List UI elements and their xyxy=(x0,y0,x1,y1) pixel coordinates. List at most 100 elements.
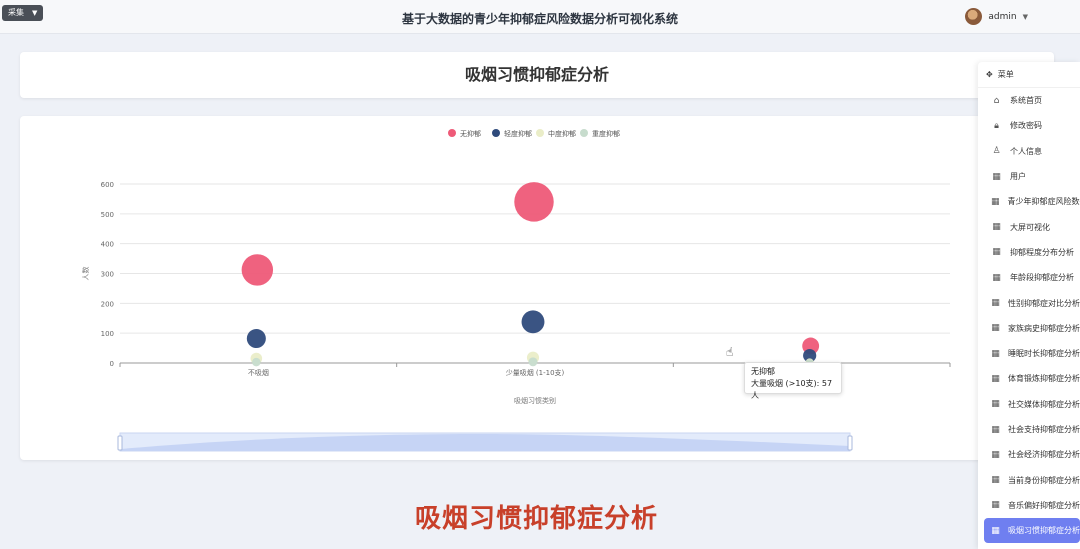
y-tick-label: 0 xyxy=(110,360,114,368)
grid-icon: ▦ xyxy=(992,171,1001,182)
menu-item[interactable]: ▦ 年龄段抑郁症分析 xyxy=(978,265,1080,290)
user-icon: ♙ xyxy=(992,146,1001,157)
menu-item-label: 系统首页 xyxy=(1010,96,1042,106)
side-menu: ✥ 菜单 ⌂ 系统首页 🔒︎ 修改密码 ♙ 个人信息 ▦ 用户 ▦ 青少年抑郁症风险数据 ▦ 大屏可视… xyxy=(978,62,1080,549)
x-axis-title: 吸烟习惯类别 xyxy=(514,396,556,405)
legend-marker xyxy=(536,129,544,137)
y-axis-title: 人数 xyxy=(81,267,90,281)
data-point xyxy=(252,357,261,367)
grid-icon: ▦ xyxy=(991,500,1000,511)
menu-item-label: 年龄段抑郁症分析 xyxy=(1010,273,1074,283)
menu-item-label: 大屏可视化 xyxy=(1010,222,1050,232)
menu-item[interactable]: ▦ 大屏可视化 xyxy=(978,214,1080,239)
y-tick-label: 600 xyxy=(101,181,114,189)
menu-item[interactable]: ▦ 家族病史抑郁症分析 xyxy=(978,316,1080,341)
menu-item-label: 吸烟习惯抑郁症分析 xyxy=(1008,526,1080,536)
menu-item[interactable]: 🔒︎ 修改密码 xyxy=(978,113,1080,138)
section-heading: 吸烟习惯抑郁症分析 xyxy=(414,504,658,534)
y-tick-label: 200 xyxy=(101,300,114,308)
menu-item-label: 个人信息 xyxy=(1010,146,1042,156)
chevron-down-icon: ▼ xyxy=(1022,12,1028,21)
menu-item-label: 睡眠时长抑郁症分析 xyxy=(1008,349,1080,359)
data-point xyxy=(521,310,545,334)
grid-icon: ▦ xyxy=(991,323,1000,334)
y-tick-label: 400 xyxy=(101,241,114,249)
data-point xyxy=(246,329,266,349)
move-icon: ✥ xyxy=(986,70,993,79)
x-tick-label: 不吸烟 xyxy=(248,368,269,377)
hand-cursor-icon: ☝ xyxy=(726,345,734,359)
page-title: 吸烟习惯抑郁症分析 xyxy=(464,65,609,84)
menu-item-label: 体育锻炼抑郁症分析 xyxy=(1008,374,1080,384)
username: admin xyxy=(988,11,1017,22)
grid-icon: ▦ xyxy=(991,449,1000,460)
menu-header[interactable]: ✥ 菜单 xyxy=(978,62,1080,88)
menu-item[interactable]: ▦ 抑郁程度分布分析 xyxy=(978,240,1080,265)
zoom-handle-left xyxy=(117,435,123,451)
home-icon: ⌂ xyxy=(993,95,1000,106)
tooltip-series: 无抑郁 xyxy=(751,367,775,376)
menu-item-label: 修改密码 xyxy=(1010,121,1042,131)
grid-icon: ▦ xyxy=(991,196,1000,207)
grid-icon: ▦ xyxy=(991,399,1000,410)
grid-icon: ▦ xyxy=(991,298,1000,309)
menu-item-label: 社会支持抑郁症分析 xyxy=(1008,425,1080,434)
menu-item[interactable]: ♙ 个人信息 xyxy=(978,139,1080,164)
menu-item[interactable]: ▦ 用户 xyxy=(978,164,1080,189)
menu-item-label: 音乐偏好抑郁症分析 xyxy=(1008,500,1080,510)
grid-icon: ▦ xyxy=(991,525,1000,536)
grid-icon: ▦ xyxy=(991,373,1000,384)
menu-item-label: 当前身份抑郁症分析 xyxy=(1008,475,1080,485)
menu-item[interactable]: ▦ 睡眠时长抑郁症分析 xyxy=(978,341,1080,366)
menu-item-label: 家族病史抑郁症分析 xyxy=(1008,323,1080,333)
title-card: 吸烟习惯抑郁症分析 xyxy=(20,52,1054,98)
data-point xyxy=(528,357,538,367)
legend-label: 重度抑郁 xyxy=(592,129,620,138)
menu-item[interactable]: ▦ 性别抑郁症对比分析 xyxy=(978,290,1080,315)
zoom-handle-right xyxy=(847,435,853,451)
menu-item[interactable]: ▦ 社交媒体抑郁症分析 xyxy=(978,392,1080,417)
tooltip-detail: 大量吸烟 (>10支): 57人 xyxy=(751,379,833,400)
legend-marker xyxy=(492,129,500,137)
grid-icon: ▦ xyxy=(991,348,1000,359)
x-tick-label: 少量吸烟 (1-10支) xyxy=(506,368,565,377)
grid-icon: ▦ xyxy=(991,475,1000,486)
grid-icon: ▦ xyxy=(992,272,1001,283)
legend-marker xyxy=(448,129,456,137)
legend-label: 轻度抑郁 xyxy=(504,129,532,138)
menu-item-label: 用户 xyxy=(1010,172,1026,182)
menu-item[interactable]: ▦ 社会支持抑郁症分析 xyxy=(978,417,1080,442)
menu-header-label: 菜单 xyxy=(997,70,1014,79)
avatar xyxy=(965,8,983,25)
menu-item-label: 抑郁程度分布分析 xyxy=(1010,247,1074,257)
menu-item-label: 性别抑郁症对比分析 xyxy=(1008,298,1080,308)
grid-icon: ▦ xyxy=(992,247,1001,258)
menu-item[interactable]: ▦ 音乐偏好抑郁症分析 xyxy=(978,493,1080,518)
chart-tooltip: 无抑郁 大量吸烟 (>10支): 57人 xyxy=(744,362,842,400)
menu-item-label: 社交媒体抑郁症分析 xyxy=(1008,399,1080,409)
menu-item[interactable]: ▦ 青少年抑郁症风险数据 xyxy=(978,189,1080,214)
y-tick-label: 100 xyxy=(101,330,114,338)
grid-icon: ▦ xyxy=(992,222,1001,233)
menu-item[interactable]: ▦ 体育锻炼抑郁症分析 xyxy=(978,366,1080,391)
menu-item[interactable]: ▦ 当前身份抑郁症分析 xyxy=(978,467,1080,492)
menu-item-label: 社会经济抑郁症分析 xyxy=(1008,450,1080,460)
top-bar: 采集 ▼ 基于大数据的青少年抑郁症风险数据分析可视化系统 admin ▼ xyxy=(0,0,1080,34)
menu-item[interactable]: ▦ 社会经济抑郁症分析 xyxy=(978,442,1080,467)
lock-icon: 🔒︎ xyxy=(994,120,999,131)
menu-item-label: 青少年抑郁症风险数据 xyxy=(1007,197,1080,207)
menu-list: ⌂ 系统首页 🔒︎ 修改密码 ♙ 个人信息 ▦ 用户 ▦ 青少年抑郁症风险数据 ▦ 大屏可视化 ▦ 抑郁程… xyxy=(978,88,1080,544)
y-tick-label: 500 xyxy=(101,211,114,219)
data-point xyxy=(241,254,274,286)
menu-item[interactable]: ⌂ 系统首页 xyxy=(978,88,1080,113)
grid-icon: ▦ xyxy=(991,424,1000,435)
legend-label: 中度抑郁 xyxy=(548,129,576,138)
data-point xyxy=(514,182,554,222)
app-title: 基于大数据的青少年抑郁症风险数据分析可视化系统 xyxy=(401,12,678,26)
chart-card: 0 100 200 300 400 500 600 不吸烟 少量吸烟 (1-10支) 大量吸烟 (… xyxy=(20,116,1054,460)
bubble-chart: 0 100 200 300 400 500 600 不吸烟 少量吸烟 (1-10支) 大量吸烟 (… xyxy=(81,129,951,452)
user-menu[interactable]: admin ▼ xyxy=(965,8,1028,25)
y-tick-label: 300 xyxy=(101,271,114,279)
menu-item[interactable]: ▦ 吸烟习惯抑郁症分析 xyxy=(984,518,1080,544)
legend-marker xyxy=(580,129,588,137)
